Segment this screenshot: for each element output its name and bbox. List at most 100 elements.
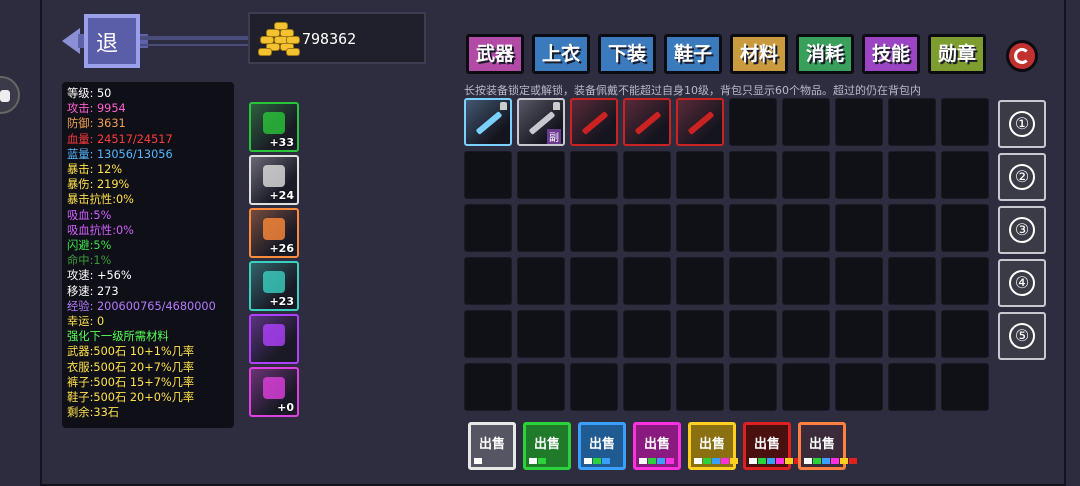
inventory-slot[interactable] [729,257,777,305]
page-number: ④ [1009,270,1035,296]
tab-6[interactable]: 技能 [862,34,920,74]
inventory-slot[interactable]: 副 [517,98,565,146]
tab-7[interactable]: 勋章 [928,34,986,74]
side-menu-tab[interactable] [0,76,20,114]
inventory-slot[interactable] [941,363,989,411]
page-button-4[interactable]: ④ [998,259,1046,307]
inventory-slot[interactable] [570,98,618,146]
sell-label: 出售 [643,437,670,452]
inventory-slot[interactable] [888,363,936,411]
inventory-slot[interactable] [570,151,618,199]
inventory-slot[interactable] [835,257,883,305]
inventory-slot[interactable] [941,204,989,252]
sell-button-5[interactable]: 出售 [688,422,738,470]
inventory-slot[interactable] [835,151,883,199]
inventory-slot[interactable] [782,98,830,146]
inventory-slot[interactable] [464,151,512,199]
tab-4[interactable]: 材料 [730,34,788,74]
inventory-slot[interactable] [888,310,936,358]
inventory-slot[interactable] [464,204,512,252]
inventory-slot[interactable] [676,204,724,252]
inventory-slot[interactable] [888,204,936,252]
inventory-slot[interactable] [676,257,724,305]
inventory-slot[interactable] [623,151,671,199]
sell-button-6[interactable]: 出售 [743,422,802,470]
inventory-slot[interactable] [729,363,777,411]
sell-button-3[interactable]: 出售 [578,422,626,470]
inventory-slot[interactable] [782,151,830,199]
sell-button-2[interactable]: 出售 [523,422,571,470]
skill-slot[interactable] [249,314,299,364]
inventory-slot[interactable] [623,363,671,411]
inventory-slot[interactable] [729,98,777,146]
back-button[interactable]: 退 [62,14,252,68]
inventory-slot[interactable] [835,98,883,146]
page-button-2[interactable]: ② [998,153,1046,201]
inventory-slot[interactable] [517,310,565,358]
inventory-slot[interactable] [570,257,618,305]
inventory-slot[interactable] [888,257,936,305]
shoes-slot[interactable]: +23 [249,261,299,311]
sell-button-1[interactable]: 出售 [468,422,516,470]
inventory-slot[interactable] [464,310,512,358]
inventory-slot[interactable] [941,257,989,305]
tab-2[interactable]: 下装 [598,34,656,74]
inventory-slot[interactable] [782,363,830,411]
page-number: ⑤ [1009,323,1035,349]
inventory-slot[interactable] [464,257,512,305]
inventory-slot[interactable] [941,310,989,358]
stat-line: 移速: 273 [67,284,119,298]
page-button-5[interactable]: ⑤ [998,312,1046,360]
medal-slot[interactable]: +0 [249,367,299,417]
inventory-slot[interactable] [623,204,671,252]
inventory-slot[interactable] [517,151,565,199]
inventory-slot[interactable] [676,310,724,358]
inventory-slot[interactable] [729,310,777,358]
inventory-slot[interactable] [517,363,565,411]
page-button-1[interactable]: ① [998,100,1046,148]
page-button-3[interactable]: ③ [998,206,1046,254]
inventory-slot[interactable] [570,310,618,358]
inventory-slot[interactable] [623,257,671,305]
weapon-slot[interactable]: +33 [249,102,299,152]
inventory-slot[interactable] [676,151,724,199]
tab-0[interactable]: 武器 [466,34,524,74]
inventory-slot[interactable] [888,151,936,199]
inventory-slot[interactable] [623,98,671,146]
sell-button-4[interactable]: 出售 [633,422,681,470]
tab-5[interactable]: 消耗 [796,34,854,74]
stat-line: 经验: 200600765/4680000 [67,299,216,313]
inventory-slot[interactable] [729,204,777,252]
inventory-slot[interactable] [835,310,883,358]
inventory-slot[interactable] [835,363,883,411]
tab-3[interactable]: 鞋子 [664,34,722,74]
inventory-slot[interactable] [941,98,989,146]
inventory-slot[interactable] [782,310,830,358]
pants-slot[interactable]: +26 [249,208,299,258]
inventory-slot[interactable] [676,98,724,146]
inventory-slot[interactable] [676,363,724,411]
inventory-slot[interactable] [729,151,777,199]
sell-button-7[interactable]: 出售 [798,422,857,470]
boots-icon [263,271,285,293]
inventory-slot[interactable] [464,98,512,146]
tab-1[interactable]: 上衣 [532,34,590,74]
item-badge: 副 [547,129,561,144]
sell-label: 出售 [588,437,615,452]
crossbow-icon [475,111,503,135]
inventory-slot[interactable] [888,98,936,146]
inventory-slot[interactable] [570,363,618,411]
inventory-slot[interactable] [517,257,565,305]
armor-icon [263,165,285,187]
inventory-slot[interactable] [623,310,671,358]
inventory-slot[interactable] [941,151,989,199]
inventory-slot[interactable] [835,204,883,252]
inventory-slot[interactable] [517,204,565,252]
stat-line: 鞋子:500石 20+0%几率 [67,391,195,405]
inventory-slot[interactable] [782,204,830,252]
sort-button[interactable] [1006,40,1038,72]
armor-slot[interactable]: +24 [249,155,299,205]
inventory-slot[interactable] [782,257,830,305]
inventory-slot[interactable] [570,204,618,252]
inventory-slot[interactable] [464,363,512,411]
